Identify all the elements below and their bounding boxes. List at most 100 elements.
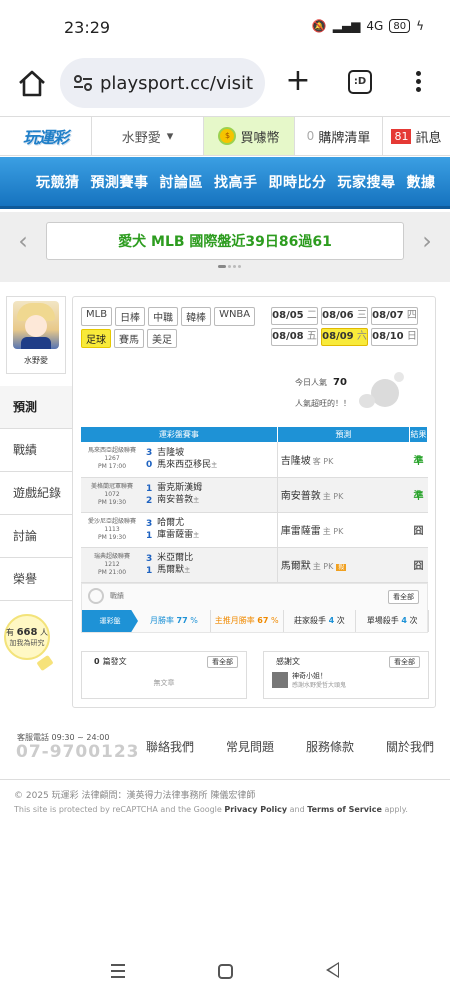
table-row[interactable]: 美格蘭冠軍聯賽 1072 PM 19:30 12 雷克斯漢姆 南安普敦主 南安普敦主 …: [81, 477, 428, 513]
date-tab[interactable]: 08/10 日: [371, 328, 418, 346]
sidebar-item-discuss[interactable]: 討論: [0, 515, 72, 558]
stat-monthly-winrate: 月勝率 77 %: [138, 610, 211, 632]
site-logo[interactable]: 玩運彩: [0, 117, 92, 155]
league-tab-npb[interactable]: 日棒: [115, 307, 146, 326]
league-tab-soccer[interactable]: 足球: [81, 329, 111, 348]
home-icon[interactable]: [14, 66, 50, 102]
pick-line: 主 PK: [322, 492, 344, 501]
date-tab[interactable]: 08/06 三: [321, 307, 368, 325]
table-row[interactable]: 愛沙尼亞超級聯賽 1113 PM 19:30 31 哈爾尤 庫雷薩雷主 庫雷薩雷主 P…: [81, 512, 428, 548]
table-row[interactable]: 瑞典超級聯賽 1212 PM 21:00 31 米亞爾比 馬爾默主 馬爾默主 PK 殺 …: [81, 547, 428, 583]
date-tab-active[interactable]: 08/09 六: [321, 328, 368, 346]
nav-item-predict[interactable]: 預測賽事: [91, 172, 149, 192]
messages-button[interactable]: 81 訊息: [382, 117, 450, 155]
date-tab[interactable]: 08/05 二: [271, 307, 318, 325]
league-tab-nfl[interactable]: 美足: [147, 329, 177, 348]
sidebar-item-game-log[interactable]: 遊戲紀錄: [0, 472, 72, 515]
nav-item-play[interactable]: 玩競猜: [36, 172, 80, 192]
league-tab-horse[interactable]: 賽馬: [114, 329, 144, 348]
league-name: 愛沙尼亞超級聯賽: [88, 517, 137, 525]
league-name: 美格蘭冠軍聯賽: [91, 482, 134, 490]
nav-item-experts[interactable]: 找高手: [214, 172, 258, 192]
sidebar-item-predict[interactable]: 預測: [0, 386, 72, 429]
pick-team: 庫雷薩雷: [280, 526, 321, 537]
nav-item-forum[interactable]: 討論區: [160, 172, 204, 192]
back-icon[interactable]: [326, 962, 339, 978]
league-tab-kbo[interactable]: 韓棒: [181, 307, 212, 326]
teams: 米亞爾比 馬爾默主: [155, 547, 278, 583]
network-type: 4G: [366, 19, 384, 33]
carousel-dot[interactable]: [228, 265, 231, 268]
col-header-match: 運彩盤賽事: [81, 427, 278, 442]
nav-item-player-search[interactable]: 玩家搜尋: [338, 172, 396, 192]
chevron-left-icon[interactable]: ‹: [14, 228, 32, 254]
nav-item-data[interactable]: 數據: [407, 172, 436, 192]
follower-counter[interactable]: 有 668 人 加我為研究: [4, 614, 50, 660]
cart-label: 購牌清單: [318, 130, 371, 146]
footer-link-faq[interactable]: 常見問題: [226, 738, 274, 755]
match-info: 美格蘭冠軍聯賽 1072 PM 19:30: [81, 477, 144, 513]
terms-link[interactable]: Terms of Service: [307, 805, 382, 814]
stats-view-all-button[interactable]: 看全部: [388, 590, 419, 604]
carousel-dot[interactable]: [233, 265, 236, 268]
score-home: 0: [145, 460, 153, 471]
buy-coin-button[interactable]: $ 買噱幣: [204, 117, 294, 155]
posts-box: 0 篇發文 看全部 無文章: [81, 651, 247, 699]
date-day: 五: [306, 331, 317, 342]
league-tab-wnba[interactable]: WNBA: [214, 307, 256, 326]
footer-link-terms[interactable]: 服務條款: [306, 738, 354, 755]
recent-apps-icon[interactable]: [111, 964, 125, 982]
privacy-link[interactable]: Privacy Policy: [224, 805, 287, 814]
tab-switcher-button[interactable]: :D: [348, 70, 372, 94]
match-id: 1113: [104, 525, 120, 533]
pick-team: 吉隆坡: [280, 455, 311, 467]
carousel-dot[interactable]: [238, 265, 241, 268]
score-home: 1: [145, 530, 153, 541]
site-settings-icon[interactable]: [72, 72, 94, 94]
user-dropdown[interactable]: 水野愛 ▾: [92, 117, 204, 155]
league-tab-cpbl[interactable]: 中職: [148, 307, 179, 326]
date-tab[interactable]: 08/08 五: [271, 328, 318, 346]
match-time: PM 19:30: [98, 498, 127, 506]
footer-link-contact[interactable]: 聯絡我們: [146, 738, 194, 755]
teams: 吉隆坡 馬來西亞移民主: [155, 442, 278, 478]
chevron-right-icon[interactable]: ›: [418, 228, 436, 254]
profile-sidebar: 水野愛 預測 戰績 遊戲紀錄 討論 榮譽 有 668 人 加我為研究: [0, 296, 72, 696]
target-icon: [88, 588, 104, 604]
thanks-item-text: 神奇小姐！ 感謝水野愛哲大頭鬼: [292, 672, 346, 690]
team-home: 南安普敦: [157, 495, 194, 505]
sidebar-item-honor[interactable]: 榮譽: [0, 558, 72, 601]
phone-number[interactable]: 07-9700123: [16, 742, 140, 762]
banner-link[interactable]: 愛犬 MLB 國際盤近39日86過61: [46, 222, 404, 260]
home-marker: 主: [184, 567, 191, 574]
score-home: 2: [145, 495, 153, 506]
avatar[interactable]: [13, 301, 59, 349]
list-item[interactable]: 神奇小姐！ 感謝水野愛哲大頭鬼: [272, 672, 422, 690]
carousel-dot[interactable]: [218, 265, 226, 268]
home-marker: 主: [193, 532, 200, 539]
profile-name: 水野愛: [24, 356, 48, 365]
messages-label: 訊息: [415, 130, 442, 146]
footer-link-about[interactable]: 關於我們: [386, 738, 434, 755]
pick-team: 馬爾默: [280, 561, 311, 572]
home-square-icon[interactable]: [218, 964, 233, 979]
date-value: 08/06: [322, 310, 354, 321]
nav-item-livescore[interactable]: 即時比分: [269, 172, 327, 192]
posts-view-all-button[interactable]: 看全部: [207, 656, 238, 668]
more-menu-icon[interactable]: [412, 68, 424, 98]
thanks-view-all-button[interactable]: 看全部: [389, 656, 420, 668]
stat-value: 77: [176, 616, 188, 625]
lightbulb-icon: [36, 654, 54, 672]
date-tab[interactable]: 08/07 四: [371, 307, 418, 325]
thanks-box: 感謝文 看全部 神奇小姐！ 感謝水野愛哲大頭鬼: [263, 651, 429, 699]
table-row[interactable]: 馬來西亞超級聯賽 1267 PM 17:00 30 吉隆坡 馬來西亞移民主 吉隆坡客 …: [81, 442, 428, 478]
sidebar-item-record[interactable]: 戰績: [0, 429, 72, 472]
thanks-item-title: 神奇小姐！: [292, 672, 327, 680]
team-away: 吉隆坡: [157, 447, 185, 458]
new-tab-button[interactable]: +: [284, 66, 312, 96]
prediction-panel: MLB 日棒 中職 韓棒 WNBA 足球 賽馬 美足 08/05 二 08/06…: [72, 296, 436, 708]
cart-button[interactable]: 0 購牌清單: [294, 117, 382, 155]
address-bar[interactable]: playsport.cc/visit: [60, 58, 265, 108]
username: 水野愛: [121, 130, 161, 146]
league-tab-mlb[interactable]: MLB: [81, 307, 113, 326]
